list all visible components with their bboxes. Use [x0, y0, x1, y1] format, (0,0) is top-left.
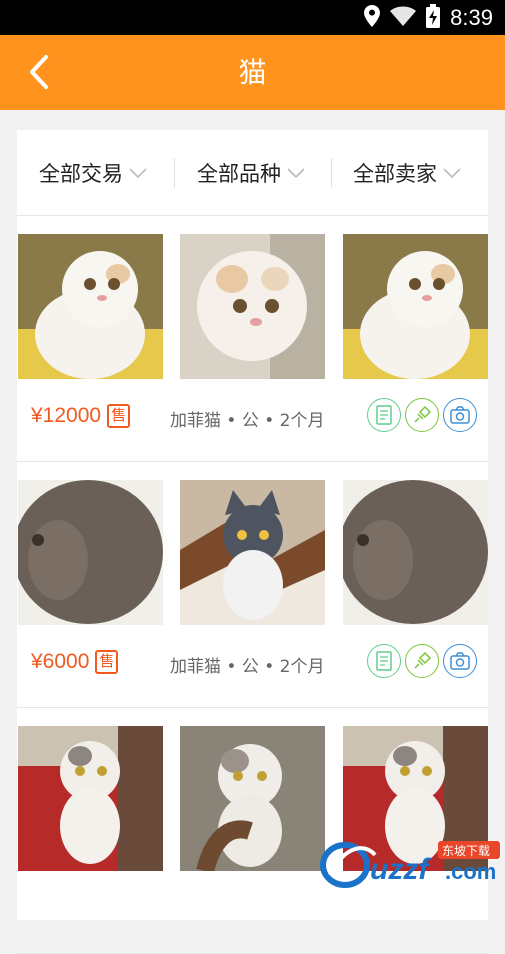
divider: [331, 158, 332, 188]
cat-photo[interactable]: [343, 234, 488, 379]
service-badges: [367, 398, 477, 432]
cat-photo[interactable]: [180, 480, 325, 625]
listing-footer: ¥12000 售 加菲猫 • 公 • 2个月: [17, 388, 488, 448]
filter-label: 全部品种: [197, 162, 281, 186]
price: ¥12000 售: [31, 404, 131, 428]
filter-bar: 全部交易 全部品种 全部卖家: [17, 130, 488, 216]
svg-text:uzzf: uzzf: [370, 853, 431, 886]
price: ¥6000 售: [31, 650, 119, 674]
listing-item[interactable]: [17, 708, 488, 954]
sale-badge: 售: [95, 650, 119, 674]
price-value: ¥6000: [31, 650, 90, 673]
chevron-down-icon: [129, 168, 147, 178]
vaccine-icon: [405, 398, 439, 432]
cat-photo[interactable]: [180, 234, 325, 379]
filter-label: 全部卖家: [353, 162, 437, 186]
battery-charging-icon: [426, 4, 441, 32]
location-icon: [364, 5, 381, 31]
chevron-down-icon: [287, 168, 305, 178]
page-title: 猫: [238, 56, 267, 89]
camera-icon: [443, 398, 477, 432]
cat-photo[interactable]: [18, 726, 163, 871]
filter-label: 全部交易: [39, 162, 123, 186]
cat-photo[interactable]: [343, 480, 488, 625]
filter-seller[interactable]: 全部卖家: [353, 158, 461, 188]
status-time: 8:39: [450, 5, 493, 30]
listing-item[interactable]: ¥12000 售 加菲猫 • 公 • 2个月: [17, 216, 488, 462]
cat-photo[interactable]: [18, 234, 163, 379]
back-button[interactable]: [22, 52, 56, 92]
filter-trade-type[interactable]: 全部交易: [39, 158, 147, 188]
svg-text:.com: .com: [445, 859, 496, 884]
listing-footer: ¥6000 售 加菲猫 • 公 • 2个月: [17, 634, 488, 694]
wifi-icon: [390, 6, 417, 30]
cat-photo[interactable]: [18, 480, 163, 625]
sale-badge: 售: [107, 404, 131, 428]
camera-icon: [443, 644, 477, 678]
certificate-icon: [367, 644, 401, 678]
filter-breed[interactable]: 全部品种: [197, 158, 305, 188]
status-bar: 8:39: [0, 0, 505, 35]
listing-card: 全部交易 全部品种 全部卖家 ¥12000 售 加菲猫 • 公 • 2个月 ¥6…: [17, 130, 488, 954]
vaccine-icon: [405, 644, 439, 678]
cat-info: 加菲猫 • 公 • 2个月: [170, 411, 325, 431]
divider: [174, 158, 175, 188]
cat-info: 加菲猫 • 公 • 2个月: [170, 657, 325, 677]
certificate-icon: [367, 398, 401, 432]
cat-photo[interactable]: [180, 726, 325, 871]
chevron-down-icon: [443, 168, 461, 178]
price-value: ¥12000: [31, 404, 102, 427]
app-bar: 猫: [0, 35, 505, 110]
svg-text:东坡下载: 东坡下载: [442, 844, 490, 858]
service-badges: [367, 644, 477, 678]
watermark-logo: uzzf .com 东坡下载: [320, 835, 505, 890]
listing-item[interactable]: ¥6000 售 加菲猫 • 公 • 2个月: [17, 462, 488, 708]
chevron-left-icon: [30, 55, 48, 89]
